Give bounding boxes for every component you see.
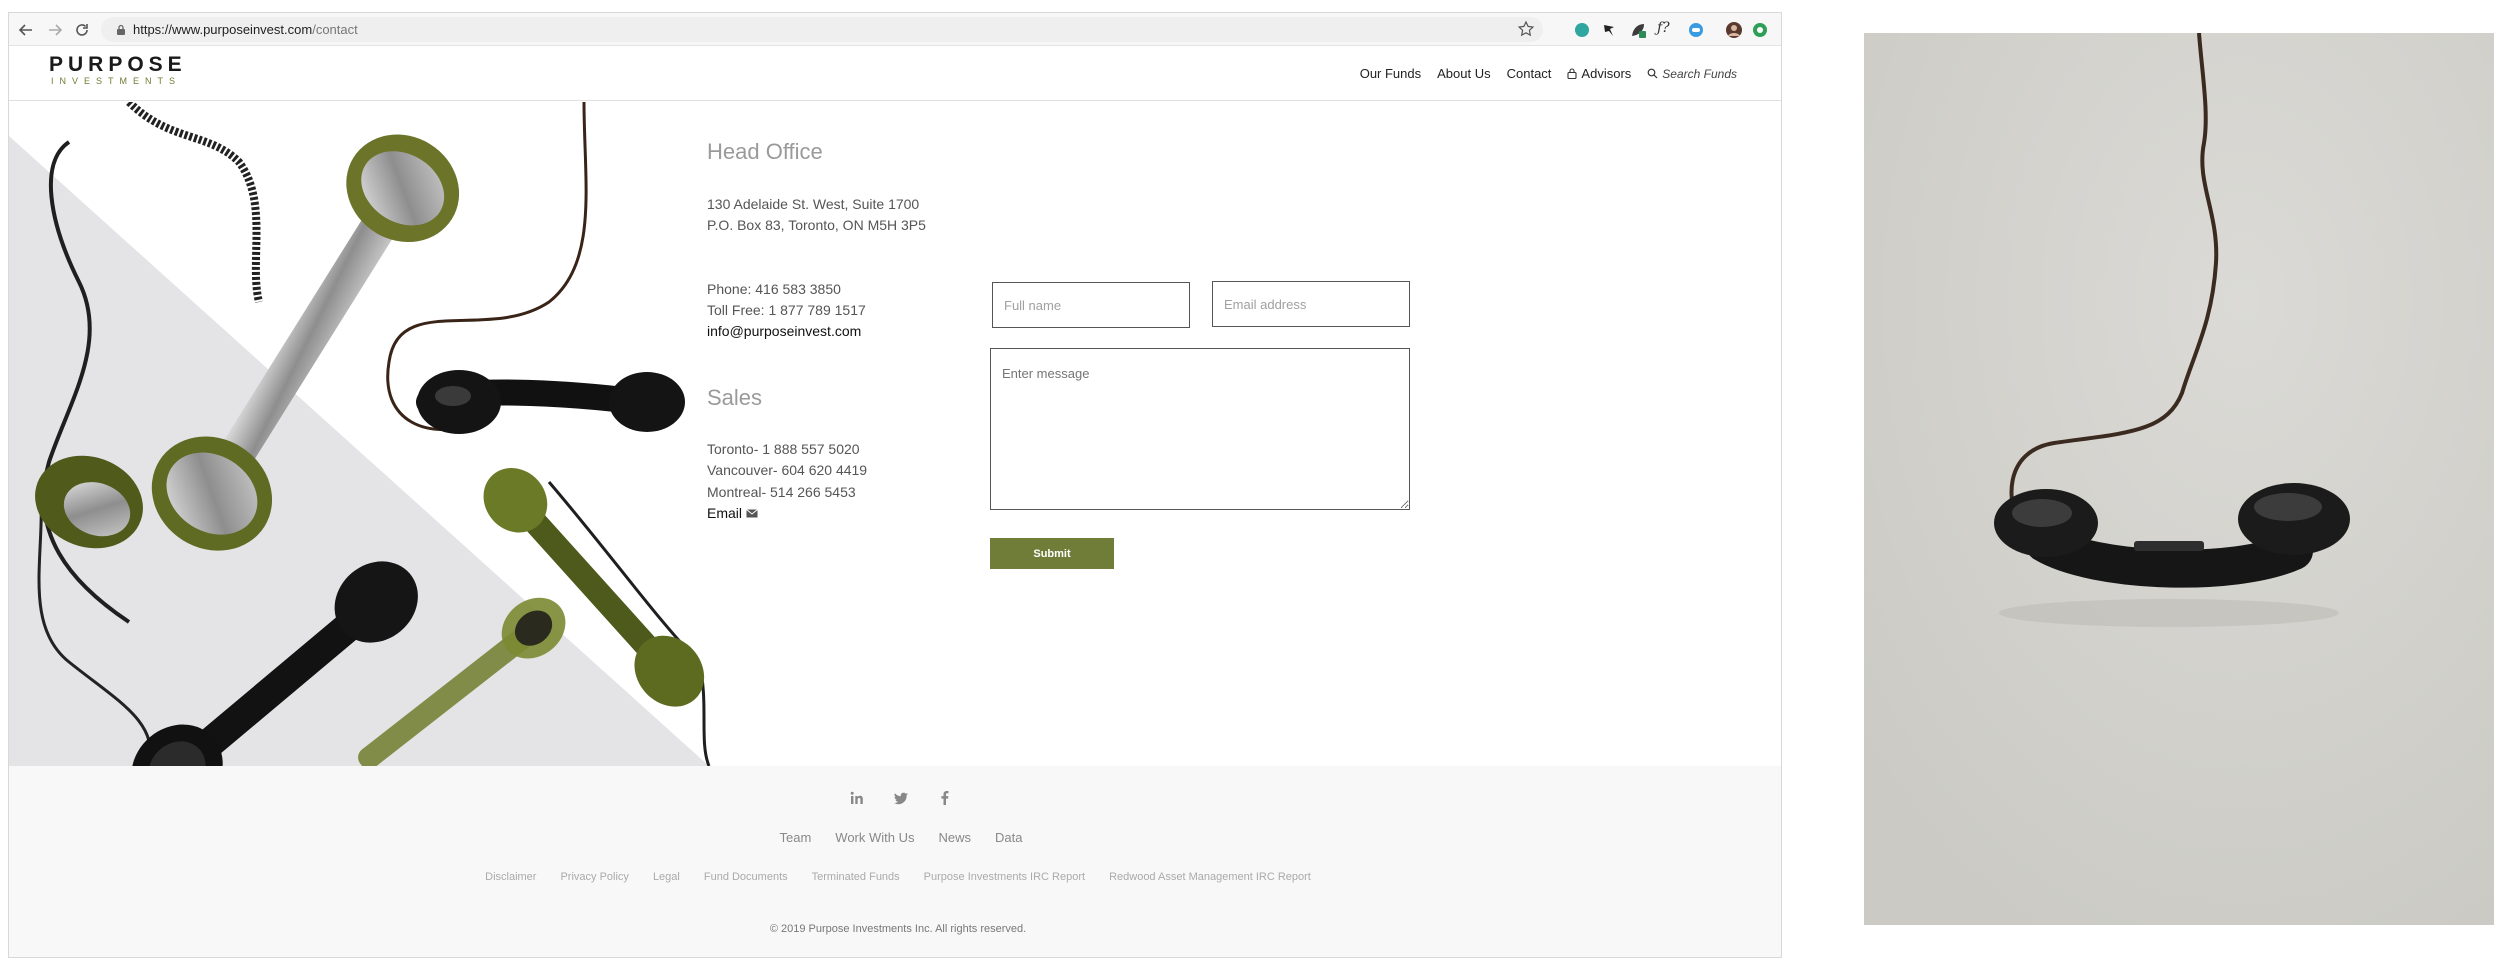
- footer-link-data[interactable]: Data: [995, 830, 1022, 845]
- logo[interactable]: PURPOSE INVESTMENTS: [49, 53, 199, 86]
- footer-link-team[interactable]: Team: [780, 830, 812, 845]
- green-badge-icon[interactable]: [1751, 21, 1769, 39]
- nav-contact[interactable]: Contact: [1507, 66, 1552, 81]
- main-nav: Our Funds About Us Contact Advisors Sear…: [1360, 66, 1737, 81]
- lock-icon: [115, 23, 127, 35]
- head-office-title: Head Office: [707, 139, 823, 164]
- bookmark-star-icon[interactable]: [1517, 20, 1535, 38]
- message-textarea[interactable]: [990, 348, 1410, 510]
- footer-link-disclaimer[interactable]: Disclaimer: [485, 871, 536, 883]
- footer-legal-links: Disclaimer Privacy Policy Legal Fund Doc…: [9, 871, 1781, 883]
- url-text: https://www.purposeinvest.com/contact: [133, 22, 358, 37]
- bird-icon[interactable]: [1601, 21, 1619, 39]
- telephones-illustration: [9, 102, 711, 766]
- sales-title: Sales: [707, 385, 763, 410]
- sales-montreal: Montreal- 514 266 5453: [707, 484, 856, 500]
- address-line-1: 130 Adelaide St. West, Suite 1700: [707, 196, 920, 212]
- nav-advisors[interactable]: Advisors: [1567, 66, 1631, 81]
- logo-sub-text: INVESTMENTS: [51, 76, 182, 86]
- toll-free-number: Toll Free: 1 877 789 1517: [707, 302, 866, 318]
- contact-page: Head Office 130 Adelaide St. West, Suite…: [9, 102, 1781, 766]
- footer-link-purpose-irc-report[interactable]: Purpose Investments IRC Report: [924, 871, 1085, 883]
- footer-link-legal[interactable]: Legal: [653, 871, 680, 883]
- logo-main-text: PURPOSE: [49, 53, 187, 76]
- address-line-2: P.O. Box 83, Toronto, ON M5H 3P5: [707, 217, 926, 233]
- footer-link-news[interactable]: News: [939, 830, 972, 845]
- footer-link-terminated-funds[interactable]: Terminated Funds: [812, 871, 900, 883]
- chat-bubble-icon[interactable]: [1687, 21, 1705, 39]
- footer-link-work-with-us[interactable]: Work With Us: [835, 830, 914, 845]
- leaf-icon[interactable]: [1629, 21, 1647, 39]
- avatar-icon[interactable]: [1725, 21, 1743, 39]
- lock-icon: [1567, 68, 1577, 79]
- facebook-icon[interactable]: [937, 790, 953, 806]
- footer-link-redwood-irc-report[interactable]: Redwood Asset Management IRC Report: [1109, 871, 1311, 883]
- footer-link-privacy-policy[interactable]: Privacy Policy: [560, 871, 628, 883]
- full-name-input[interactable]: Full name: [992, 282, 1190, 328]
- sales-vancouver: Vancouver- 604 620 4419: [707, 462, 868, 478]
- linkedin-icon[interactable]: [849, 790, 865, 806]
- sales-toronto: Toronto- 1 888 557 5020: [707, 441, 860, 457]
- nav-advisors-label: Advisors: [1581, 66, 1632, 81]
- twitter-icon[interactable]: [893, 790, 909, 806]
- phone-number: Phone: 416 583 3850: [707, 281, 841, 297]
- back-icon[interactable]: [17, 21, 35, 39]
- telephone-photo: [1864, 33, 2494, 925]
- copyright-text: © 2019 Purpose Investments Inc. All righ…: [769, 923, 1027, 935]
- url-host: https://www.purposeinvest.com: [133, 22, 313, 37]
- footer-link-fund-documents[interactable]: Fund Documents: [704, 871, 788, 883]
- footer-main-links: Team Work With Us News Data: [9, 830, 1781, 845]
- browser-toolbar: https://www.purposeinvest.com/contact ƒ?: [9, 13, 1781, 46]
- forward-icon[interactable]: [46, 21, 64, 39]
- search-funds-label: Search Funds: [1662, 66, 1737, 81]
- office-email-link[interactable]: info@purposeinvest.com: [707, 321, 861, 342]
- footer: Team Work With Us News Data Disclaimer P…: [9, 766, 1781, 957]
- address-bar[interactable]: https://www.purposeinvest.com/contact: [101, 17, 1543, 42]
- teal-circle-icon[interactable]: [1573, 21, 1591, 39]
- envelope-icon: [746, 509, 758, 518]
- reload-icon[interactable]: [73, 21, 91, 39]
- browser-window: https://www.purposeinvest.com/contact ƒ?…: [8, 12, 1782, 958]
- formula-icon[interactable]: ƒ?: [1657, 20, 1675, 38]
- submit-button[interactable]: Submit: [990, 538, 1114, 569]
- site-header: PURPOSE INVESTMENTS Our Funds About Us C…: [9, 46, 1781, 101]
- sales-email-label: Email: [707, 505, 743, 521]
- sales-email-link[interactable]: Email: [707, 503, 758, 524]
- url-path: /contact: [312, 22, 358, 37]
- email-input[interactable]: Email address: [1212, 281, 1410, 327]
- nav-about-us[interactable]: About Us: [1437, 66, 1490, 81]
- hanging-telephone-image: [1864, 33, 2494, 925]
- search-funds[interactable]: Search Funds: [1647, 66, 1737, 81]
- social-links: [849, 790, 953, 806]
- search-icon: [1647, 68, 1658, 79]
- nav-our-funds[interactable]: Our Funds: [1360, 66, 1421, 81]
